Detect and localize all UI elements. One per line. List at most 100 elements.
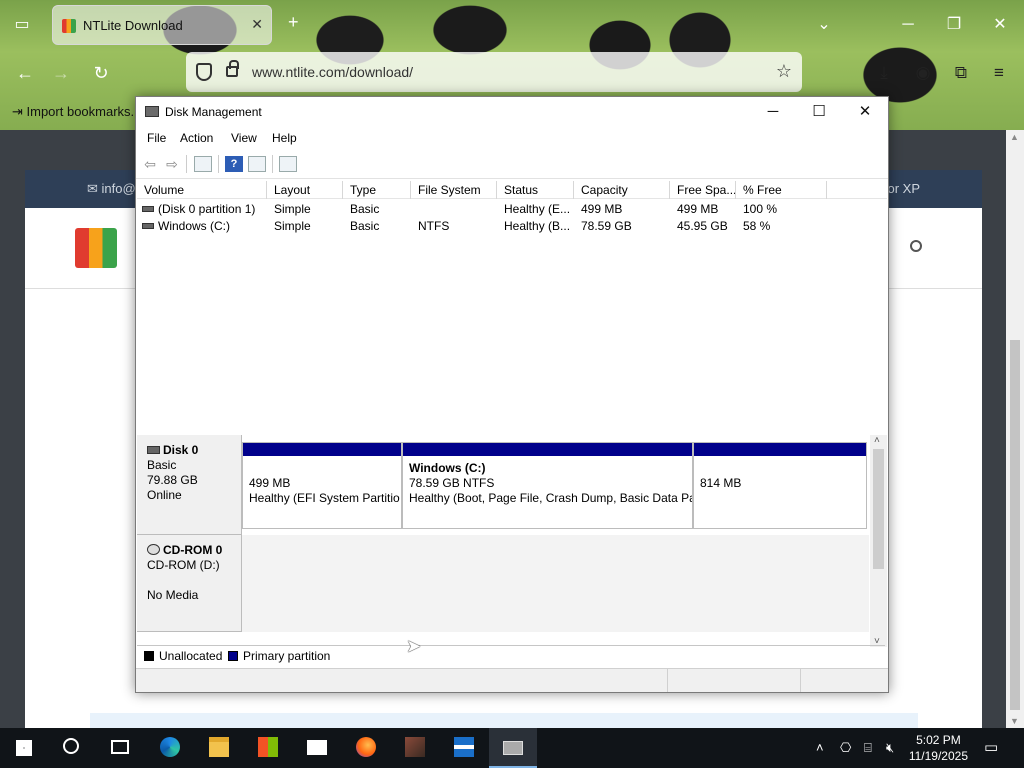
clock[interactable]: 5:02 PM 11/19/2025 [909,732,968,764]
extensions-icon[interactable]: ⧉ [948,60,974,86]
edge-icon [160,737,180,757]
url-bar[interactable]: www.ntlite.com/download/ ☆ [186,52,802,92]
toolbar-help-icon[interactable]: ? [225,156,243,172]
cdrom-0-area[interactable] [242,535,869,632]
column-header-status[interactable]: Status [497,181,574,199]
column-header-percent-free[interactable]: % Free [736,181,827,199]
column-header-file-system[interactable]: File System [411,181,497,199]
mail-app[interactable] [293,728,341,768]
tab-overview-icon[interactable]: ▭ [8,12,36,38]
column-header-layout[interactable]: Layout [267,181,343,199]
toolbar-back-icon[interactable]: ⇦ [141,156,159,172]
toolbar-forward-icon[interactable]: ⇨ [163,156,181,172]
file-explorer-app[interactable] [195,728,243,768]
toolbar-properties-icon[interactable] [248,156,266,172]
meet-now-icon[interactable]: ⎔ [840,740,851,756]
import-bookmarks-link[interactable]: ⇥ Import bookmarks... [12,104,141,120]
partition-efi[interactable]: 499 MB Healthy (EFI System Partitio [242,442,402,529]
firefox-app[interactable] [342,728,390,768]
column-header-volume[interactable]: Volume [137,181,267,199]
downloads-icon[interactable]: ⤓ [871,60,897,86]
dm-close-button[interactable]: ✕ [842,97,888,127]
menu-icon[interactable]: ≡ [986,60,1012,86]
disk-management-window: Disk Management ─ ☐ ✕ File Action View H… [135,96,889,693]
scroll-up-icon[interactable]: ˄ [874,435,880,446]
notifications-icon[interactable]: ▭ [984,738,998,756]
volume-percent-free: 58 % [743,219,771,233]
volume-row[interactable]: (Disk 0 partition 1) Simple Basic Health… [137,201,887,218]
mail-icon [307,740,327,755]
minimize-browser-icon[interactable]: ─ [894,12,922,38]
mouse-cursor-icon: ➤ [406,636,422,656]
list-tabs-icon[interactable]: ⌄ [810,12,838,38]
close-tab-icon[interactable]: ✕ [251,16,263,33]
legend: Unallocated Primary partition [137,645,885,665]
photo-app[interactable] [391,728,439,768]
graphical-view-scrollbar[interactable]: ˄ ˅ [870,435,887,647]
dm-maximize-button[interactable]: ☐ [796,97,842,127]
show-hidden-icons-icon[interactable]: ˄ [816,740,824,755]
dm-titlebar[interactable]: Disk Management ─ ☐ ✕ [136,97,888,127]
partition-814mb[interactable]: 814 MB [693,442,867,529]
toolbar-show-hide-tree-icon[interactable] [194,156,212,172]
volume-row[interactable]: Windows (C:) Simple Basic NTFS Healthy (… [137,218,887,235]
column-header-type[interactable]: Type [343,181,411,199]
partition-windows-size: 78.59 GB NTFS [409,476,495,490]
dm-minimize-button[interactable]: ─ [750,97,796,127]
menu-view[interactable]: View [231,131,257,145]
tracking-protection-shield-icon[interactable] [196,63,212,81]
volume-icon [142,223,154,229]
page-scroll-thumb[interactable] [1010,340,1020,710]
volume-status: Healthy (B... [504,219,571,233]
volume-name-cell: Windows (C:) [137,218,267,235]
back-icon[interactable]: ← [10,58,40,88]
cdrom-0-label[interactable]: CD-ROM 0 CD-ROM (D:) No Media [137,535,242,632]
close-browser-icon[interactable]: ✕ [986,12,1014,38]
account-icon[interactable]: ◉ [910,60,936,86]
volume-free-space: 45.95 GB [677,219,728,233]
partition-windows-c[interactable]: Windows (C:) 78.59 GB NTFS Healthy (Boot… [402,442,693,529]
ntlite-logo-icon[interactable] [75,228,117,268]
search-button[interactable] [48,728,96,768]
url-text[interactable]: www.ntlite.com/download/ [252,64,413,80]
browser-tab[interactable]: NTLite Download ✕ [52,5,272,45]
lock-icon[interactable] [226,60,239,77]
reload-icon[interactable]: ↻ [86,58,116,88]
menu-action[interactable]: Action [180,131,213,145]
task-view-icon [111,740,129,754]
graphical-view-scroll-thumb[interactable] [873,449,884,569]
partition-windows-title: Windows (C:) [409,461,486,475]
installer-app[interactable] [440,728,488,768]
volume-icon [142,206,154,212]
volume-muted-icon[interactable]: 🔇︎ [886,740,894,756]
partition-814mb-size: 814 MB [700,476,742,490]
column-header-free-space[interactable]: Free Spa... [670,181,736,199]
column-header-capacity[interactable]: Capacity [574,181,670,199]
site-search-icon[interactable] [910,240,922,252]
maximize-browser-icon[interactable]: ❐ [940,12,968,38]
page-scrollbar[interactable]: ▲ ▼ [1006,130,1024,728]
edge-app[interactable] [146,728,194,768]
new-tab-icon[interactable]: + [288,12,299,33]
disk-0-label[interactable]: Disk 0 Basic 79.88 GB Online [137,435,242,535]
site-email-link[interactable]: ✉ info@ [87,181,136,197]
store-app[interactable] [244,728,292,768]
toolbar-settings-icon[interactable] [279,156,297,172]
forward-icon[interactable]: → [46,58,76,88]
scroll-down-icon[interactable]: ▼ [1010,716,1019,726]
network-icon[interactable]: ⌸ [864,740,872,756]
bookmark-star-icon[interactable]: ☆ [776,61,792,82]
tab-title: NTLite Download [83,18,183,33]
legend-primary-swatch [228,651,238,661]
clock-date: 11/19/2025 [908,749,968,763]
disk-management-taskbar-app[interactable] [489,728,537,768]
search-icon [63,738,79,754]
partition-efi-status: Healthy (EFI System Partitio [249,491,400,505]
menu-help[interactable]: Help [272,131,297,145]
start-button[interactable] [0,728,48,768]
menu-file[interactable]: File [147,131,166,145]
scroll-up-icon[interactable]: ▲ [1010,132,1019,142]
toolbar-separator [186,155,187,173]
volume-type: Basic [350,202,380,216]
task-view-button[interactable] [96,728,144,768]
